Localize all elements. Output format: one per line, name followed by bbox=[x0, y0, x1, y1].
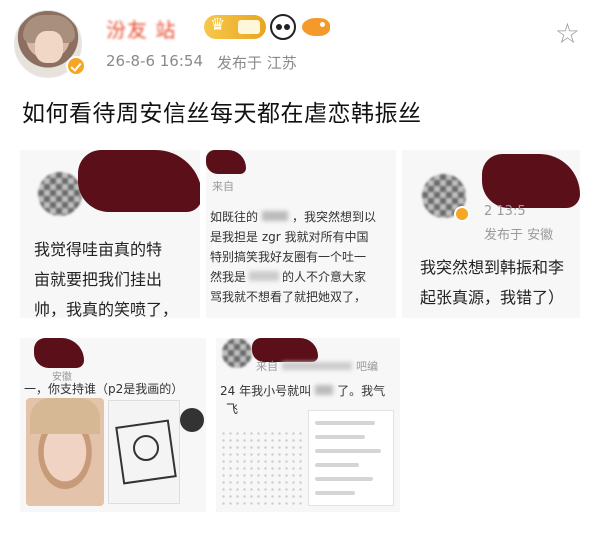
username[interactable]: 汾友 站 bbox=[106, 14, 176, 43]
avatar-face bbox=[35, 31, 63, 63]
tile-text-line: 特别搞笑我好友圈有一个吐一 bbox=[210, 250, 367, 264]
gallery-image-2[interactable]: 来自 如既往的 ，我突然想到以 是我担是 zgr 我就对所有中国 特别搞笑我好友圈… bbox=[206, 150, 396, 318]
tile-text-line: 起张真源，我错了） bbox=[420, 288, 565, 307]
tile-text-line: 如既往的 ，我突然想到以 bbox=[210, 210, 377, 224]
post-meta: 26-8-6 16:54 发布于 江苏 bbox=[106, 52, 297, 73]
verified-badge-icon bbox=[454, 206, 470, 222]
tile-location: 发布于 安徽 bbox=[484, 228, 554, 243]
post-location: 发布于 江苏 bbox=[217, 54, 297, 72]
tile-header: 来自 吧编 bbox=[256, 360, 378, 373]
ui-line bbox=[315, 463, 359, 467]
tile-text-line: 骂我就不想看了就把她双了， bbox=[210, 290, 367, 304]
gallery-image-1[interactable]: 我觉得哇亩真的特 亩就要把我们挂出 帅，我真的笑喷了， bbox=[20, 150, 200, 318]
mini-avatar bbox=[180, 408, 204, 432]
tile-text-line: 帅，我真的笑喷了， bbox=[34, 300, 179, 318]
redaction-scribble bbox=[78, 150, 200, 212]
redaction-scribble bbox=[34, 338, 84, 368]
sketch-image bbox=[108, 400, 180, 504]
tile-text-line: 飞 bbox=[226, 402, 239, 416]
tile-text-line: 亩就要把我们挂出 bbox=[34, 270, 163, 289]
ui-line bbox=[315, 477, 373, 481]
star-icon[interactable]: ☆ bbox=[555, 20, 580, 48]
tile-text-line: 我觉得哇亩真的特 bbox=[34, 240, 163, 259]
blurred-avatar bbox=[222, 338, 252, 368]
tile-text-line: 是我担是 zgr 我就对所有中国 bbox=[210, 230, 369, 244]
gallery-image-5[interactable]: 来自 吧编 24 年我小号就叫 了。我气 飞 bbox=[216, 338, 400, 512]
blurred-avatar bbox=[38, 172, 82, 216]
ui-line bbox=[315, 449, 381, 453]
post-header: 汾友 站 26-8-6 16:54 发布于 江苏 ☆ bbox=[0, 0, 600, 86]
redaction-scribble bbox=[482, 154, 580, 208]
tile-text-line: 一，你支持谁（p2是我画的） bbox=[24, 382, 184, 396]
tile-text-line: 然我是 的人不介意大家 bbox=[210, 270, 367, 284]
ui-line bbox=[315, 421, 375, 425]
dotted-background bbox=[220, 430, 304, 506]
panda-icon bbox=[270, 14, 296, 40]
verified-badge-icon bbox=[66, 56, 86, 76]
ui-line bbox=[315, 435, 365, 439]
post-date: 26-8-6 16:54 bbox=[106, 52, 203, 70]
screenshot-ui bbox=[308, 410, 394, 506]
tile-text-line: 我突然想到韩振和李 bbox=[420, 258, 565, 277]
crown-badge-icon[interactable] bbox=[204, 15, 266, 39]
user-badges bbox=[204, 14, 330, 40]
fish-icon bbox=[302, 18, 330, 36]
tile-header: 来自 bbox=[212, 180, 234, 193]
redaction-scribble bbox=[206, 150, 246, 174]
image-gallery: 我觉得哇亩真的特 亩就要把我们挂出 帅，我真的笑喷了， 来自 如既往的 ，我突然想… bbox=[20, 142, 580, 522]
post-title: 如何看待周安信丝每天都在虐恋韩振丝 bbox=[22, 101, 422, 127]
gallery-image-3[interactable]: 2 13:5 发布于 安徽 我突然想到韩振和李 起张真源，我错了） bbox=[402, 150, 580, 318]
portrait-image bbox=[26, 398, 104, 506]
gallery-image-4[interactable]: 安徽 一，你支持谁（p2是我画的） bbox=[20, 338, 206, 512]
tile-text-line: 24 年我小号就叫 了。我气 bbox=[220, 384, 386, 398]
tile-date: 2 13:5 bbox=[484, 204, 526, 219]
ui-line bbox=[315, 491, 355, 495]
